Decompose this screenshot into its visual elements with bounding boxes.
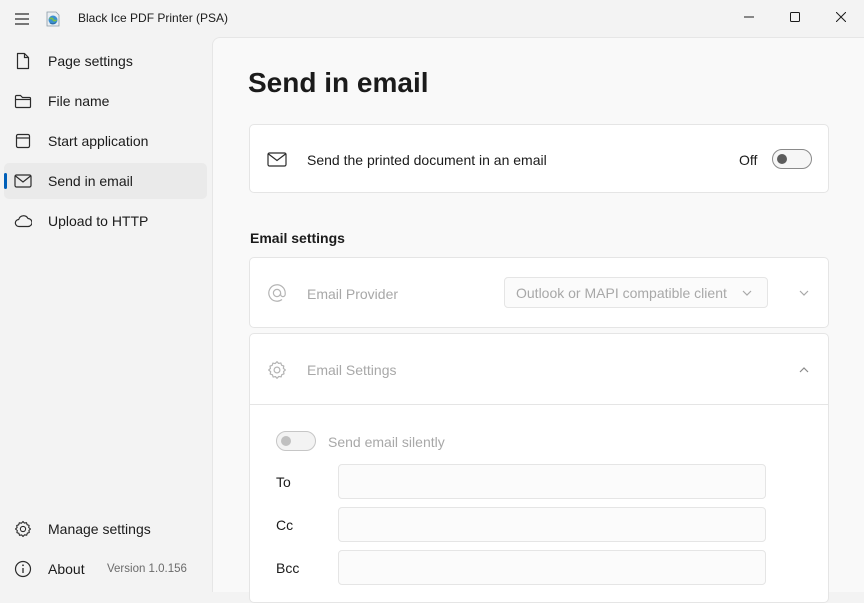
email-provider-dropdown[interactable]: Outlook or MAPI compatible client bbox=[504, 277, 768, 308]
nav-label: Send in email bbox=[48, 173, 133, 189]
to-label: To bbox=[276, 474, 291, 490]
bcc-label: Bcc bbox=[276, 560, 300, 576]
maximize-button[interactable] bbox=[772, 0, 818, 34]
window-title: Black Ice PDF Printer (PSA) bbox=[78, 11, 229, 25]
nav-label: Start application bbox=[48, 133, 149, 149]
toggle-knob bbox=[777, 154, 787, 164]
folder-icon bbox=[14, 92, 32, 110]
page-icon bbox=[14, 52, 32, 70]
at-sign-icon bbox=[266, 282, 288, 304]
start-app-icon bbox=[14, 132, 32, 150]
mail-icon bbox=[14, 172, 32, 190]
mail-icon bbox=[266, 148, 288, 170]
title-bar: Black Ice PDF Printer (PSA) bbox=[0, 0, 864, 37]
to-field[interactable] bbox=[338, 464, 766, 499]
email-settings-label: Email Settings bbox=[307, 362, 397, 378]
chevron-up-icon bbox=[799, 367, 809, 373]
nav-item-about[interactable]: About Version 1.0.156 bbox=[4, 551, 207, 587]
email-provider-card: Email Provider Outlook or MAPI compatibl… bbox=[249, 257, 829, 328]
cc-label: Cc bbox=[276, 517, 294, 533]
minimize-button[interactable] bbox=[726, 0, 772, 34]
hamburger-icon bbox=[15, 13, 29, 25]
nav-label: Manage settings bbox=[48, 521, 151, 537]
nav-item-manage-settings[interactable]: Manage settings bbox=[4, 511, 207, 547]
send-silently-toggle[interactable] bbox=[276, 431, 316, 451]
chevron-down-icon[interactable] bbox=[797, 286, 811, 300]
gear-icon bbox=[266, 359, 288, 381]
close-button[interactable] bbox=[818, 0, 864, 34]
page-title: Send in email bbox=[248, 67, 429, 98]
content-area: Send in email Send the printed document … bbox=[212, 37, 864, 603]
black-ice-app-icon bbox=[44, 10, 62, 28]
cloud-icon bbox=[14, 212, 32, 230]
nav-label: Upload to HTTP bbox=[48, 213, 149, 229]
nav-label: Page settings bbox=[48, 53, 133, 69]
selection-indicator bbox=[4, 173, 7, 189]
dropdown-selected-value: Outlook or MAPI compatible client bbox=[516, 285, 727, 301]
close-icon bbox=[836, 12, 846, 22]
section-heading: Email settings bbox=[250, 230, 345, 246]
send-email-card: Send the printed document in an email Of… bbox=[249, 124, 829, 193]
maximize-icon bbox=[790, 12, 800, 22]
chevron-down-icon bbox=[742, 290, 752, 296]
version-text: Version 1.0.156 bbox=[107, 563, 187, 575]
send-silently-label: Send email silently bbox=[328, 434, 445, 450]
send-email-label: Send the printed document in an email bbox=[307, 152, 547, 168]
bcc-field[interactable] bbox=[338, 550, 766, 585]
minimize-icon bbox=[744, 16, 754, 18]
nav-label: File name bbox=[48, 93, 110, 109]
nav-item-send-in-email[interactable]: Send in email bbox=[4, 163, 207, 199]
email-settings-header[interactable]: Email Settings bbox=[250, 334, 828, 405]
navigation-pane: Page settings File name Start applicatio… bbox=[0, 37, 212, 592]
hamburger-menu-button[interactable] bbox=[11, 9, 33, 29]
email-settings-expander: Email Settings Send email silently To Cc… bbox=[249, 333, 829, 603]
toggle-knob bbox=[281, 436, 291, 446]
cc-field[interactable] bbox=[338, 507, 766, 542]
email-provider-label: Email Provider bbox=[307, 286, 399, 302]
info-icon bbox=[14, 560, 32, 578]
nav-item-upload-to-http[interactable]: Upload to HTTP bbox=[4, 203, 207, 239]
nav-item-start-application[interactable]: Start application bbox=[4, 123, 207, 159]
send-email-toggle[interactable] bbox=[772, 149, 812, 169]
nav-label: About bbox=[48, 561, 85, 577]
toggle-state-text: Off bbox=[739, 152, 758, 168]
nav-item-file-name[interactable]: File name bbox=[4, 83, 207, 119]
gear-icon bbox=[14, 520, 32, 538]
nav-item-page-settings[interactable]: Page settings bbox=[4, 43, 207, 79]
